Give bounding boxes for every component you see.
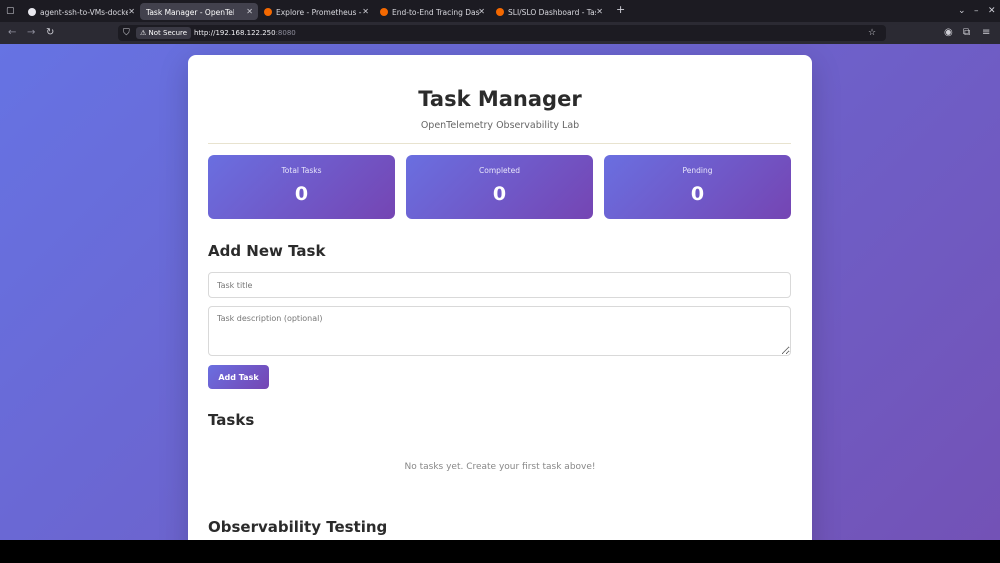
task-title-input[interactable]	[208, 272, 791, 298]
taskbar-strip	[0, 540, 1000, 563]
forward-arrow-icon[interactable]: →	[27, 26, 35, 40]
stat-label: Pending	[682, 166, 713, 175]
not-secure-label: Not Secure	[148, 29, 188, 37]
add-task-button[interactable]: Add Task	[208, 365, 269, 389]
reload-icon[interactable]: ↻	[46, 26, 54, 40]
tab-agent-ssh[interactable]: agent-ssh-to-VMs-docker ✕	[22, 3, 140, 20]
bookmark-star-icon[interactable]: ☆	[868, 26, 876, 40]
tab-tracing-dashboard[interactable]: End-to-End Tracing Dashb ✕	[374, 3, 490, 20]
tab-title: agent-ssh-to-VMs-docker	[40, 7, 128, 17]
grafana-icon	[264, 8, 272, 16]
tab-prometheus[interactable]: Explore - Prometheus - Gr ✕	[258, 3, 374, 20]
browser-tab-bar: ▢ agent-ssh-to-VMs-docker ✕ Task Manager…	[0, 0, 1000, 22]
close-window-icon[interactable]: ✕	[988, 4, 996, 18]
close-tab-icon[interactable]: ✕	[478, 3, 485, 20]
menu-icon[interactable]: ≡	[982, 26, 990, 40]
tab-title: Explore - Prometheus - Gr	[276, 7, 364, 17]
observability-heading: Observability Testing	[208, 518, 388, 536]
chevron-down-icon[interactable]: ⌄	[958, 4, 966, 18]
new-tab-button[interactable]: +	[616, 3, 625, 17]
stat-value: 0	[294, 183, 309, 205]
stat-value: 0	[492, 183, 507, 205]
url-text[interactable]: http://192.168.122.250:8080	[194, 25, 296, 41]
stat-label: Completed	[479, 166, 520, 175]
extensions-icon[interactable]: ⧉	[963, 26, 970, 40]
close-tab-icon[interactable]: ✕	[596, 3, 603, 20]
browser-nav-bar: ← → ↻ ⛉ ⚠ Not Secure http://192.168.122.…	[0, 22, 1000, 44]
minimize-icon[interactable]: –	[974, 4, 979, 18]
stat-label: Total Tasks	[281, 166, 322, 175]
close-tab-icon[interactable]: ✕	[246, 3, 253, 20]
add-task-heading: Add New Task	[208, 242, 326, 260]
back-arrow-icon[interactable]: ←	[8, 26, 16, 40]
tab-sli-slo-dashboard[interactable]: SLI/SLO Dashboard - Task ✕	[490, 3, 608, 20]
stat-value: 0	[690, 183, 705, 205]
url-port: :8080	[275, 29, 296, 37]
close-tab-icon[interactable]: ✕	[128, 3, 135, 20]
stat-card-pending: Pending 0	[604, 155, 791, 219]
stat-card-total: Total Tasks 0	[208, 155, 395, 219]
tab-title: SLI/SLO Dashboard - Task	[508, 7, 596, 17]
not-secure-badge[interactable]: ⚠ Not Secure	[136, 27, 192, 39]
url-host: http://192.168.122.250	[194, 29, 276, 37]
grafana-icon	[380, 8, 388, 16]
tasks-heading: Tasks	[208, 411, 255, 429]
main-container: Task Manager OpenTelemetry Observability…	[188, 55, 812, 540]
shield-icon[interactable]: ⛉	[123, 26, 130, 40]
page-viewport: Task Manager OpenTelemetry Observability…	[0, 44, 1000, 540]
task-description-input[interactable]	[208, 306, 791, 356]
stat-card-completed: Completed 0	[406, 155, 593, 219]
tab-overview-icon[interactable]: ▢	[6, 4, 15, 18]
tab-task-manager[interactable]: Task Manager - OpenTelemetr ✕	[140, 3, 258, 20]
tab-title: Task Manager - OpenTelemetr	[146, 7, 234, 17]
page-title: Task Manager	[418, 87, 582, 111]
header-divider	[208, 143, 791, 144]
page-subtitle: OpenTelemetry Observability Lab	[420, 120, 580, 131]
empty-tasks-message: No tasks yet. Create your first task abo…	[404, 462, 596, 472]
account-icon[interactable]: ◉	[944, 26, 953, 40]
grafana-icon	[496, 8, 504, 16]
tab-favicon-icon	[28, 8, 36, 16]
close-tab-icon[interactable]: ✕	[362, 3, 369, 20]
address-bar[interactable]: ⛉ ⚠ Not Secure http://192.168.122.250:80…	[118, 25, 886, 41]
tab-title: End-to-End Tracing Dashb	[392, 7, 480, 17]
